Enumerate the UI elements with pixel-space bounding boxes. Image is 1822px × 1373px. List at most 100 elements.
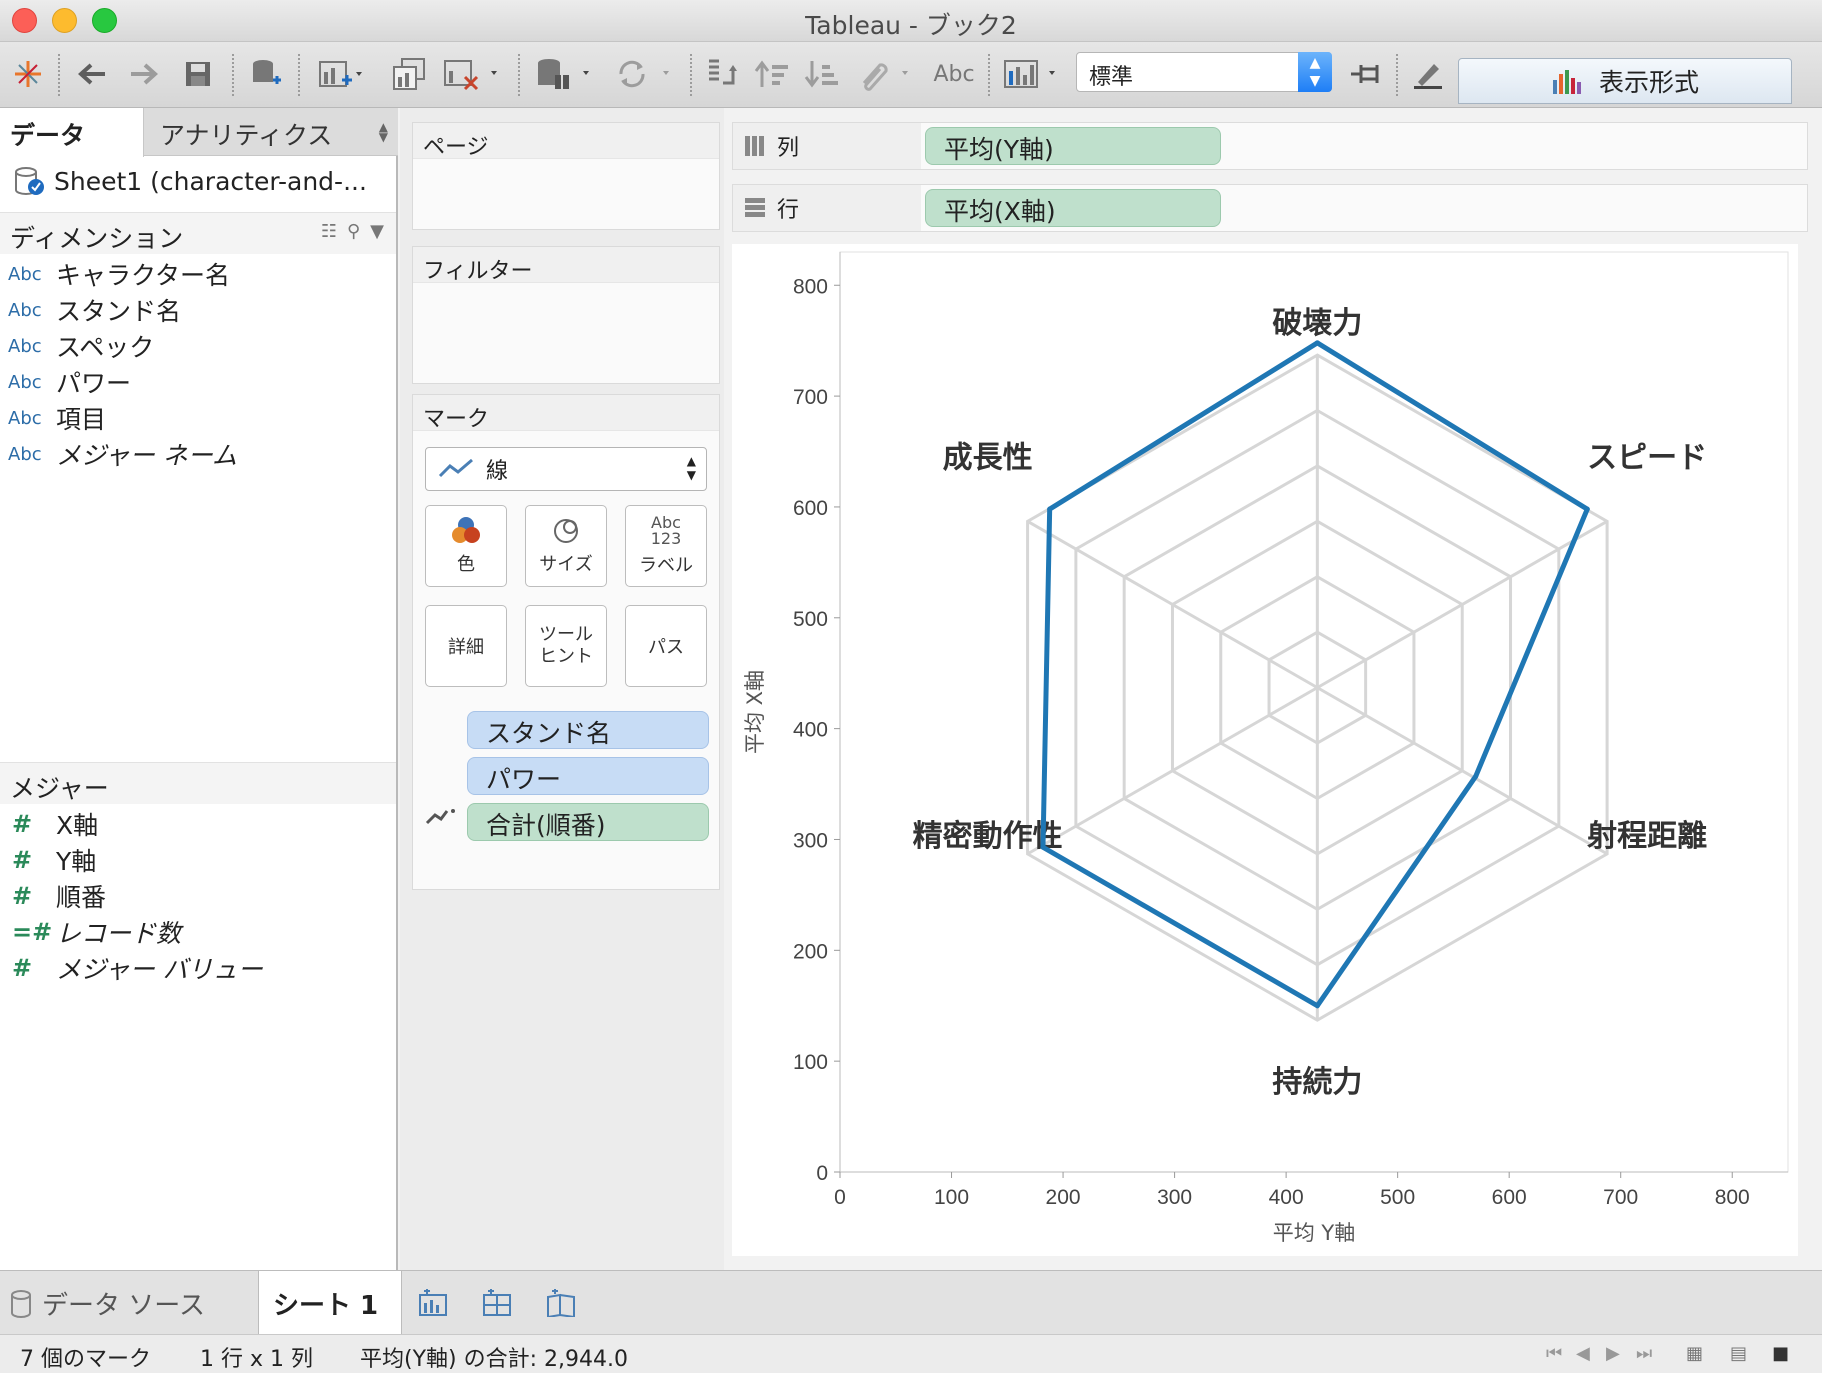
mark-type-dropdown[interactable]: 線 ▲ ▼ xyxy=(425,447,707,491)
mark-type-value: 線 xyxy=(486,459,509,484)
y-tick-label: 800 xyxy=(793,275,828,298)
y-tick-label: 0 xyxy=(816,1162,828,1185)
data-point xyxy=(1314,340,1320,346)
chart-view[interactable]: 0 100 200 300 400 500 600 700 800 0 100 200 300 400 50… xyxy=(732,244,1798,1256)
field-order[interactable]: # 順番 xyxy=(8,880,106,912)
pin-axis-icon[interactable] xyxy=(1346,54,1386,94)
sort-descending-icon[interactable] xyxy=(802,54,842,94)
filters-card-title: フィルター xyxy=(413,247,719,284)
marks-pill-sum-order[interactable]: 合計(順番) xyxy=(467,803,709,841)
forward-arrow-icon[interactable] xyxy=(124,54,164,94)
show-mark-labels-button[interactable]: Abc xyxy=(930,54,978,94)
view-cards-icon[interactable] xyxy=(1000,54,1062,94)
field-x-axis[interactable]: # X軸 xyxy=(8,808,98,840)
columns-pill-avg-y[interactable]: 平均(Y軸) xyxy=(925,127,1221,165)
show-me-label: 表示形式 xyxy=(1598,68,1699,97)
field-label: Y軸 xyxy=(56,847,97,876)
path-button-label: パス xyxy=(648,637,684,658)
back-arrow-icon[interactable] xyxy=(72,54,112,94)
show-me-button[interactable]: 表示形式 xyxy=(1458,58,1792,104)
columns-shelf[interactable]: 列 平均(Y軸) xyxy=(732,122,1808,170)
fit-dropdown[interactable]: 標準 ▲ ▼ xyxy=(1076,52,1332,92)
new-datasource-icon[interactable] xyxy=(246,54,286,94)
highlight-pen-icon[interactable] xyxy=(1408,54,1448,94)
new-worksheet-tab-icon[interactable] xyxy=(418,1289,448,1324)
marks-card-title: マーク xyxy=(413,395,719,432)
field-measure-names[interactable]: Abc メジャー ネーム xyxy=(8,438,237,470)
field-spec[interactable]: Abc スペック xyxy=(8,330,154,362)
filmstrip-icon[interactable]: ▤ xyxy=(1730,1343,1747,1364)
save-icon[interactable] xyxy=(178,54,218,94)
sheet-1-tab[interactable]: シート 1 xyxy=(258,1271,402,1335)
field-record-count[interactable]: =# レコード数 xyxy=(8,916,181,948)
rows-pill-avg-x[interactable]: 平均(X軸) xyxy=(925,189,1221,227)
tooltip-button-label: ツール ヒント xyxy=(539,624,593,667)
clear-sheet-icon[interactable] xyxy=(440,54,502,94)
next-sheet-icon[interactable]: ▶ xyxy=(1606,1343,1620,1364)
previous-sheet-icon[interactable]: ◀ xyxy=(1576,1343,1590,1364)
tabs-view-icon[interactable]: ■ xyxy=(1772,1343,1789,1364)
color-button-label: 色 xyxy=(457,554,475,575)
marks-pill-stand-name[interactable]: スタンド名 xyxy=(467,711,709,749)
datasource-item[interactable]: Sheet1 (character-and-... xyxy=(14,166,367,196)
x-tick-label: 100 xyxy=(934,1186,969,1209)
radar-axis-label: 成長性 xyxy=(943,440,1033,475)
label-button[interactable]: Abc 123 ラベル xyxy=(625,505,707,587)
filters-card[interactable]: フィルター xyxy=(412,246,720,384)
new-story-tab-icon[interactable] xyxy=(546,1289,576,1324)
duplicate-sheet-icon[interactable] xyxy=(390,54,430,94)
tableau-logo-icon[interactable] xyxy=(8,54,48,94)
title-bar: Tableau - ブック2 xyxy=(0,0,1822,42)
size-button-label: サイズ xyxy=(539,554,593,575)
tooltip-button[interactable]: ツール ヒント xyxy=(525,605,607,687)
datasource-tab[interactable]: データ ソース xyxy=(10,1285,205,1322)
data-point xyxy=(1047,506,1053,512)
x-tick-label: 0 xyxy=(834,1186,846,1209)
group-paperclip-icon[interactable] xyxy=(852,54,912,94)
field-character-name[interactable]: Abc キャラクター名 xyxy=(8,258,230,290)
detail-button[interactable]: 詳細 xyxy=(425,605,507,687)
data-refresh-icon[interactable] xyxy=(532,54,594,94)
sheet-sorter-icon[interactable]: ▦ xyxy=(1686,1343,1703,1364)
dimensions-menu-chevron-icon[interactable]: ▼ xyxy=(370,221,384,242)
auto-update-icon[interactable] xyxy=(612,54,674,94)
field-stand-name[interactable]: Abc スタンド名 xyxy=(8,294,181,326)
size-button[interactable]: サイズ xyxy=(525,505,607,587)
swap-rows-columns-icon[interactable] xyxy=(702,54,742,94)
measures-header: メジャー xyxy=(0,762,396,804)
detail-button-label: 詳細 xyxy=(448,637,484,658)
first-sheet-icon[interactable]: ⏮ xyxy=(1546,1343,1562,1364)
datasource-cylinder-icon xyxy=(15,167,44,195)
last-sheet-icon[interactable]: ⏭ xyxy=(1636,1343,1652,1364)
rows-shelf[interactable]: 行 平均(X軸) xyxy=(732,184,1808,232)
marks-pill-power[interactable]: パワー xyxy=(467,757,709,795)
new-dashboard-tab-icon[interactable] xyxy=(482,1289,512,1324)
datasource-tab-icon xyxy=(11,1289,31,1318)
field-item[interactable]: Abc 項目 xyxy=(8,402,106,434)
x-tick-label: 500 xyxy=(1380,1186,1415,1209)
field-label: スタンド名 xyxy=(56,297,182,326)
sort-ascending-icon[interactable] xyxy=(752,54,792,94)
toolbar: Abc 標準 ▲ ▼ 表示形式 xyxy=(0,42,1822,108)
tab-analytics[interactable]: アナリティクス xyxy=(160,108,370,156)
field-y-axis[interactable]: # Y軸 xyxy=(8,844,96,876)
fit-dropdown-stepper-icon[interactable]: ▲ ▼ xyxy=(1298,52,1332,92)
pages-card[interactable]: ページ xyxy=(412,122,720,230)
y-tick-label: 400 xyxy=(793,719,828,742)
sheet-tab-bar: データ ソース シート 1 xyxy=(0,1270,1822,1335)
field-measure-values[interactable]: # メジャー バリュー xyxy=(8,952,263,984)
string-type-icon: Abc xyxy=(8,263,42,285)
field-power[interactable]: Abc パワー xyxy=(8,366,131,398)
data-point xyxy=(1314,1003,1320,1009)
search-icon[interactable]: ⚲ xyxy=(347,221,360,242)
window-title: Tableau - ブック2 xyxy=(805,11,1017,40)
string-type-icon: Abc xyxy=(8,407,42,429)
color-button[interactable]: 色 xyxy=(425,505,507,587)
tab-menu-chevron-icon[interactable]: ▲ ▼ xyxy=(379,121,388,143)
path-button[interactable]: パス xyxy=(625,605,707,687)
new-worksheet-icon[interactable] xyxy=(310,54,370,94)
x-axis-title: 平均 Y軸 xyxy=(1273,1221,1356,1245)
tab-data[interactable]: データ xyxy=(0,108,144,157)
line-mark-icon xyxy=(438,458,473,478)
view-list-icon[interactable]: ☷ xyxy=(321,221,337,242)
